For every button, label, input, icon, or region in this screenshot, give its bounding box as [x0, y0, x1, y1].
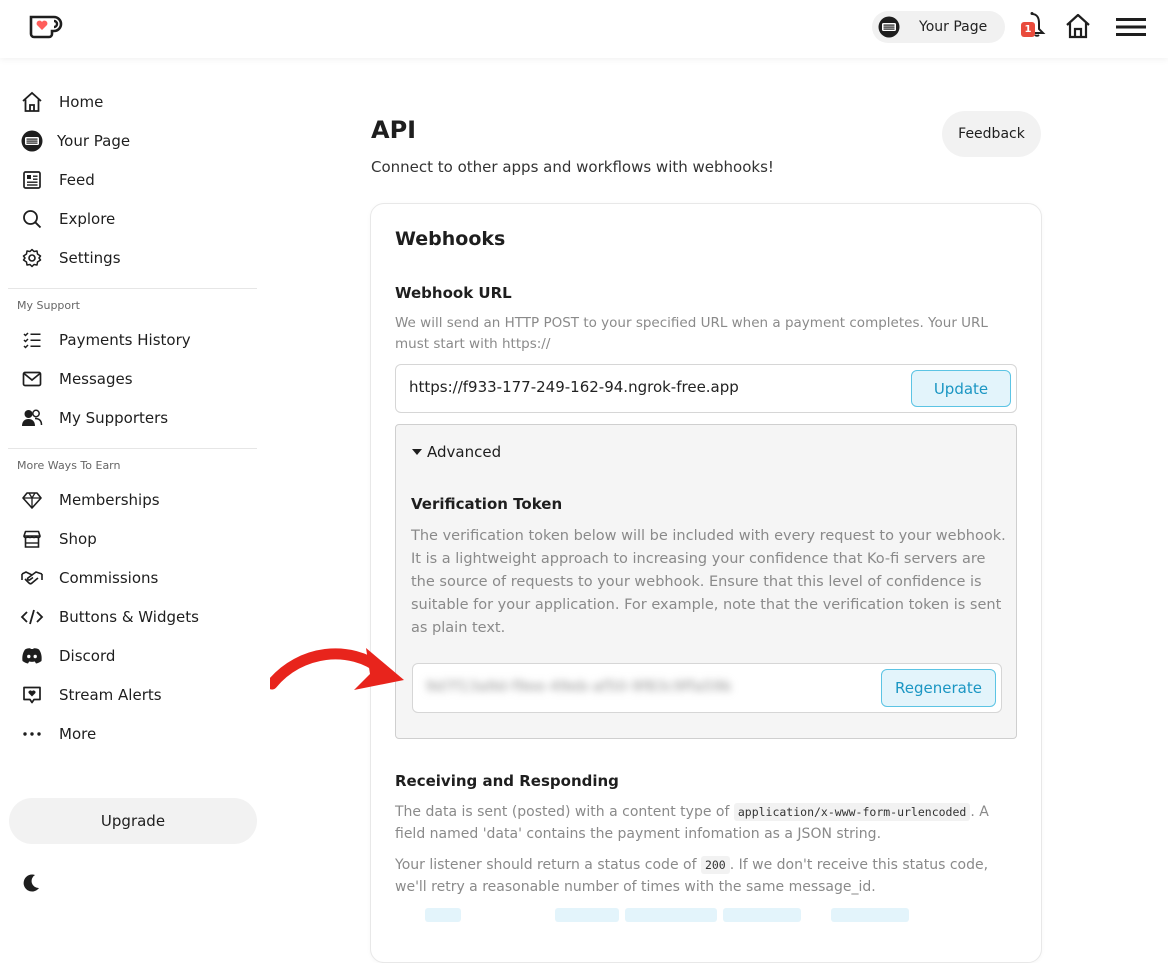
advanced-section: Advanced Verification Token The verifica… [395, 424, 1017, 739]
your-page-label: Your Page [919, 19, 988, 35]
moon-icon[interactable] [20, 872, 42, 894]
advanced-label: Advanced [427, 443, 502, 461]
diamond-icon [20, 488, 44, 512]
content-type-code: application/x-www-form-urlencoded [733, 803, 971, 821]
home-icon[interactable] [1064, 12, 1092, 40]
sidebar-item-label: Feed [59, 171, 95, 189]
mail-icon [20, 367, 44, 391]
sidebar-item-label: Home [59, 93, 104, 111]
receiving-responding-heading: Receiving and Responding [395, 772, 619, 790]
status-code-code: 200 [700, 856, 730, 874]
search-icon [20, 207, 44, 231]
more-icon [20, 722, 44, 746]
regenerate-button[interactable]: Regenerate [881, 669, 996, 707]
sidebar-item-label: My Supporters [59, 409, 169, 427]
sidebar-item-your-page[interactable]: Your Page [20, 126, 258, 156]
users-icon [20, 406, 44, 430]
avatar-icon [20, 129, 44, 153]
sidebar-item-my-supporters[interactable]: My Supporters [20, 403, 258, 433]
checklist-icon [20, 328, 44, 352]
page-subtitle: Connect to other apps and workflows with… [371, 158, 774, 176]
sidebar-item-label: Commissions [59, 569, 159, 587]
gear-icon [20, 246, 44, 270]
red-arrow-icon [270, 648, 404, 690]
sidebar: Home Your Page Feed Explore Settings My … [0, 58, 270, 912]
webhook-url-label: Webhook URL [395, 284, 512, 302]
sidebar-item-stream-alerts[interactable]: Stream Alerts [20, 680, 258, 710]
sidebar-divider [8, 288, 257, 289]
page-title: API [371, 116, 417, 144]
upgrade-button[interactable]: Upgrade [9, 798, 257, 844]
sidebar-item-messages[interactable]: Messages [20, 364, 258, 394]
sidebar-divider [8, 448, 257, 449]
more-ways-heading: More Ways To Earn [17, 459, 121, 472]
webhooks-card: Webhooks Webhook URL We will send an HTT… [370, 203, 1042, 963]
sidebar-item-label: Stream Alerts [59, 686, 162, 704]
cut-off-chip [555, 908, 619, 922]
verification-token-group: 9d7f13a9d-f9ee-49eb-af50-9f83c9ffa59b Re… [412, 663, 1002, 713]
handshake-icon [20, 566, 44, 590]
cut-off-chip [831, 908, 909, 922]
sidebar-item-feed[interactable]: Feed [20, 165, 258, 195]
feedback-button[interactable]: Feedback [942, 111, 1041, 157]
sidebar-item-explore[interactable]: Explore [20, 204, 258, 234]
sidebar-item-shop[interactable]: Shop [20, 524, 258, 554]
cut-off-chip [723, 908, 801, 922]
discord-icon [20, 644, 44, 668]
sidebar-item-memberships[interactable]: Memberships [20, 485, 258, 515]
webhooks-title: Webhooks [395, 228, 506, 250]
sidebar-item-settings[interactable]: Settings [20, 243, 258, 273]
cut-off-chip [425, 908, 461, 922]
menu-icon[interactable] [1116, 16, 1146, 38]
receiving-paragraph: The data is sent (posted) with a content… [395, 801, 1015, 845]
cut-off-chip [625, 908, 717, 922]
kofi-logo-icon[interactable] [28, 14, 64, 40]
avatar-icon [878, 16, 900, 38]
verification-token-help: The verification token below will be inc… [411, 528, 1006, 636]
my-support-heading: My Support [17, 299, 80, 312]
sidebar-item-discord[interactable]: Discord [20, 641, 258, 671]
sidebar-item-label: Explore [59, 210, 116, 228]
verification-token-label: Verification Token [411, 495, 563, 513]
update-button[interactable]: Update [911, 370, 1011, 407]
feed-icon [20, 168, 44, 192]
responding-text: Your listener should return a status cod… [395, 857, 701, 873]
sidebar-item-more[interactable]: More [20, 719, 258, 749]
shop-icon [20, 527, 44, 551]
sidebar-item-label: More [59, 725, 97, 743]
notification-badge: 1 [1021, 22, 1035, 37]
caret-down-icon [412, 449, 422, 455]
home-icon [20, 90, 44, 114]
sidebar-item-payments-history[interactable]: Payments History [20, 325, 258, 355]
sidebar-item-label: Your Page [57, 132, 131, 150]
sidebar-item-label: Memberships [59, 491, 160, 509]
sidebar-item-label: Buttons & Widgets [59, 608, 199, 626]
sidebar-item-home[interactable]: Home [20, 87, 258, 117]
your-page-button[interactable]: Your Page [872, 11, 1005, 43]
sidebar-item-buttons-widgets[interactable]: Buttons & Widgets [20, 602, 258, 632]
advanced-toggle[interactable]: Advanced [412, 443, 501, 461]
sidebar-item-label: Messages [59, 370, 133, 388]
top-bar: Your Page 1 [0, 0, 1168, 58]
sidebar-item-label: Discord [59, 647, 116, 665]
responding-paragraph: Your listener should return a status cod… [395, 854, 1015, 898]
cut-off-row [395, 908, 915, 922]
sidebar-item-commissions[interactable]: Commissions [20, 563, 258, 593]
alert-icon [20, 683, 44, 707]
verification-token-value[interactable]: 9d7f13a9d-f9ee-49eb-af50-9f83c9ffa59b [426, 679, 732, 695]
webhook-url-help: We will send an HTTP POST to your specif… [395, 315, 988, 352]
code-icon [20, 605, 44, 629]
sidebar-item-label: Shop [59, 530, 97, 548]
receiving-text: The data is sent (posted) with a content… [395, 804, 734, 820]
webhook-url-group: Update [395, 364, 1017, 413]
sidebar-item-label: Payments History [59, 331, 191, 349]
webhook-url-input[interactable] [409, 378, 899, 396]
sidebar-item-label: Settings [59, 249, 121, 267]
